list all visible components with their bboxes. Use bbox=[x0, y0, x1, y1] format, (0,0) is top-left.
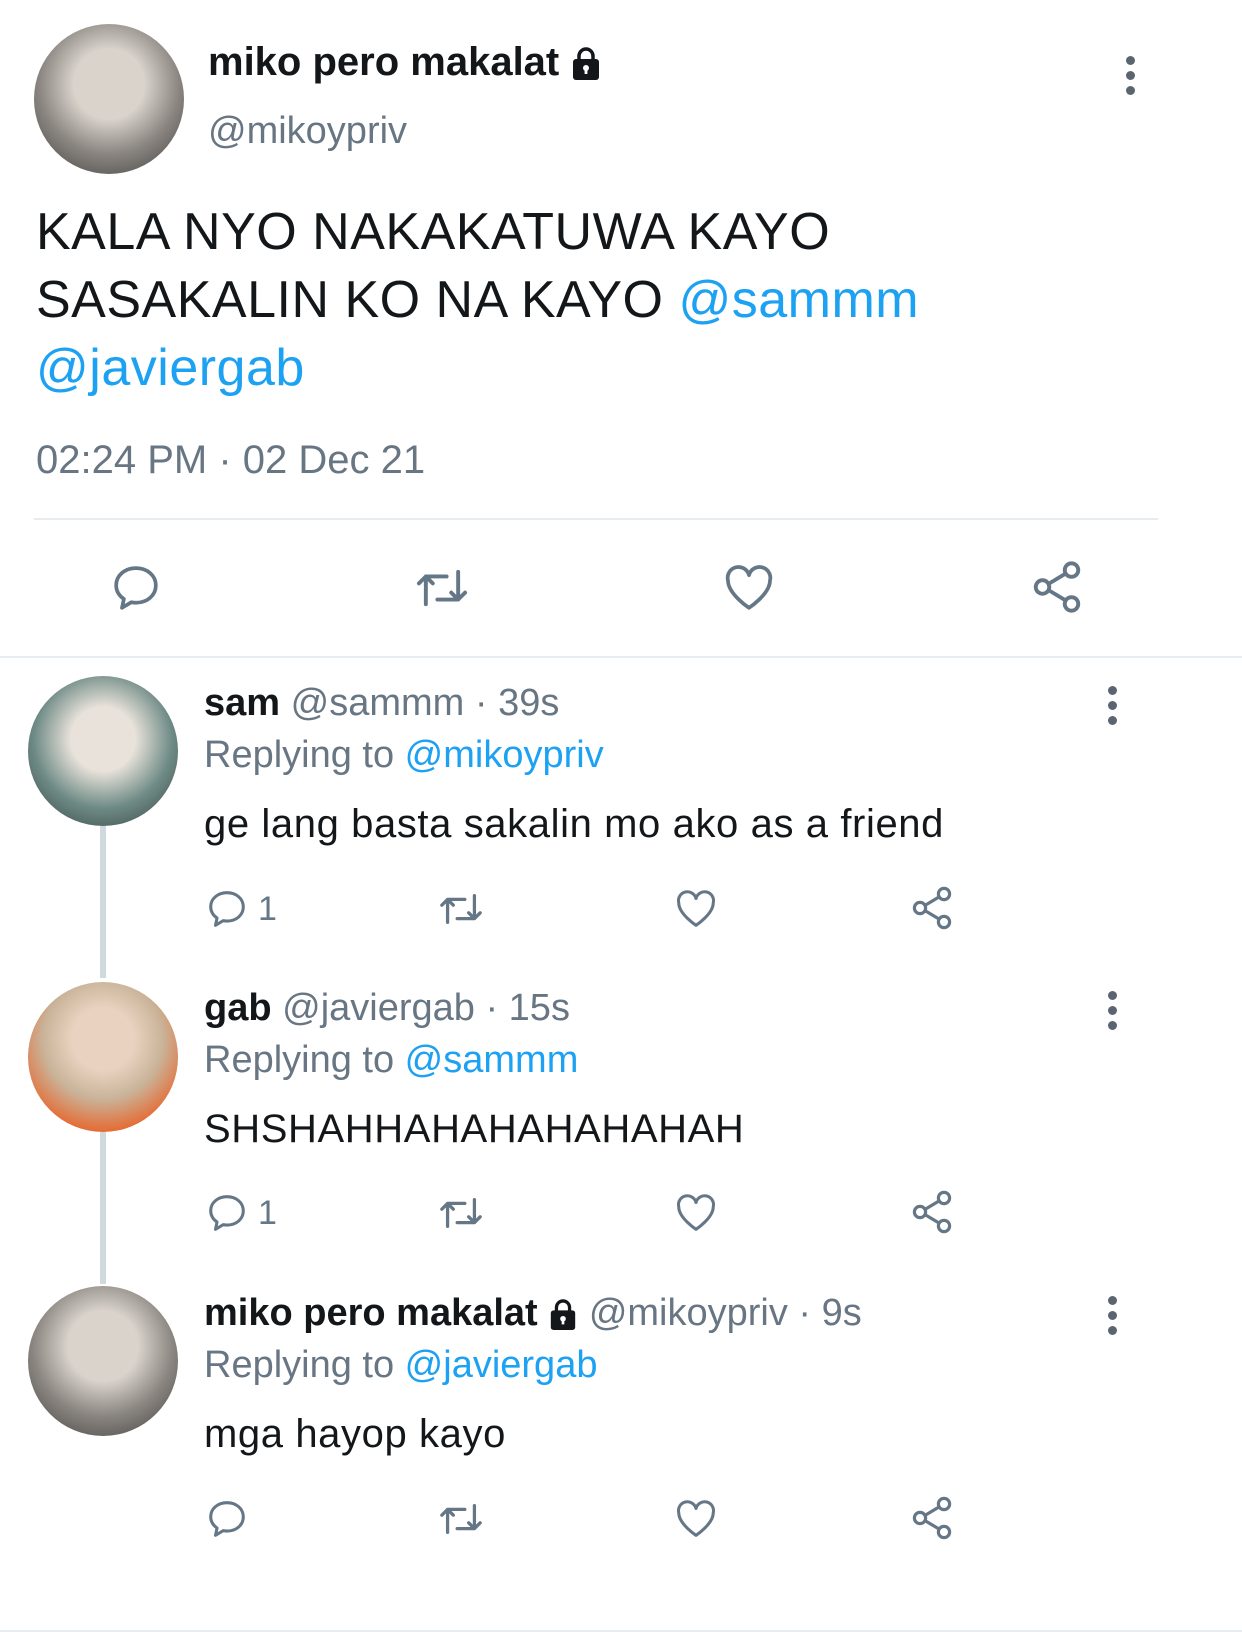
lock-icon bbox=[573, 47, 600, 81]
section-divider bbox=[0, 656, 1242, 658]
reply-button[interactable] bbox=[204, 1496, 258, 1542]
mention-sammm[interactable]: @sammm bbox=[678, 271, 919, 329]
reply-text: SHSHAHHAHAHAHAHAHAH bbox=[204, 1107, 745, 1151]
reply-avatar-gab[interactable] bbox=[28, 982, 178, 1132]
reply-button[interactable] bbox=[108, 560, 164, 616]
share-button[interactable] bbox=[1028, 558, 1086, 616]
reply-text: ge lang basta sakalin mo ako as a friend bbox=[204, 802, 944, 846]
retweet-icon bbox=[440, 1503, 482, 1535]
retweet-icon bbox=[440, 893, 482, 925]
reply-display-name[interactable]: sam bbox=[204, 682, 280, 724]
like-button[interactable] bbox=[672, 1496, 720, 1542]
lock-icon bbox=[551, 1299, 576, 1330]
bottom-divider bbox=[0, 1630, 1242, 1632]
share-button[interactable] bbox=[908, 884, 956, 932]
reply-header: miko pero makalat @mikoypriv · 9s bbox=[204, 1292, 862, 1335]
retweet-icon bbox=[440, 1197, 482, 1229]
share-button[interactable] bbox=[908, 1494, 956, 1542]
like-button[interactable] bbox=[672, 1190, 720, 1236]
more-options-icon[interactable] bbox=[1108, 991, 1120, 1036]
like-icon bbox=[725, 565, 773, 610]
like-icon bbox=[676, 1194, 716, 1231]
retweet-button[interactable] bbox=[436, 886, 486, 932]
reply-button[interactable]: 1 bbox=[204, 886, 277, 932]
reply-count: 1 bbox=[258, 1193, 277, 1232]
replying-to: Replying to @sammm bbox=[204, 1039, 579, 1081]
reply-meta: @sammm · 39s bbox=[290, 682, 560, 724]
like-icon bbox=[676, 890, 716, 927]
replying-to-mention[interactable]: @mikoypriv bbox=[405, 734, 604, 776]
like-button[interactable] bbox=[672, 886, 720, 932]
replying-to-mention[interactable]: @sammm bbox=[405, 1039, 579, 1081]
like-icon bbox=[676, 1500, 716, 1537]
reply-button[interactable]: 1 bbox=[204, 1190, 277, 1236]
reply-header: sam @sammm · 39s bbox=[204, 682, 559, 725]
reply-meta: @javiergab · 15s bbox=[282, 987, 570, 1029]
reply-icon bbox=[209, 891, 245, 927]
reply-display-name[interactable]: miko pero makalat bbox=[204, 1292, 538, 1334]
replying-to-mention[interactable]: @javiergab bbox=[405, 1344, 598, 1386]
more-options-icon[interactable] bbox=[1126, 56, 1138, 101]
retweet-button[interactable] bbox=[436, 1190, 486, 1236]
tweet-timestamp[interactable]: 02:24 PM · 02 Dec 21 bbox=[36, 438, 425, 483]
share-icon bbox=[912, 886, 952, 930]
author-avatar[interactable] bbox=[34, 24, 184, 174]
share-icon bbox=[1033, 561, 1081, 613]
share-icon bbox=[912, 1190, 952, 1234]
reply-header: gab @javiergab · 15s bbox=[204, 987, 570, 1030]
retweet-button[interactable] bbox=[436, 1496, 486, 1542]
mention-javiergab[interactable]: @javiergab bbox=[36, 334, 1186, 402]
reply-icon bbox=[114, 566, 158, 610]
author-name-row[interactable]: miko pero makalat bbox=[208, 40, 602, 85]
reply-icon bbox=[209, 1501, 245, 1537]
reply-avatar-sam[interactable] bbox=[28, 676, 178, 826]
share-icon bbox=[912, 1496, 952, 1540]
reply-count: 1 bbox=[258, 889, 277, 928]
retweet-icon bbox=[416, 569, 468, 607]
thread-line bbox=[100, 826, 106, 978]
more-options-icon[interactable] bbox=[1108, 686, 1120, 731]
tweet-text: KALA NYO NAKAKATUWA KAYO SASAKALIN KO NA… bbox=[36, 198, 1186, 402]
reply-icon bbox=[209, 1195, 245, 1231]
reply-display-name[interactable]: gab bbox=[204, 987, 272, 1029]
like-button[interactable] bbox=[720, 560, 778, 616]
reply-meta: @mikoypriv · 9s bbox=[588, 1292, 862, 1334]
author-handle[interactable]: @mikoypriv bbox=[208, 110, 407, 153]
share-button[interactable] bbox=[908, 1188, 956, 1236]
more-options-icon[interactable] bbox=[1108, 1296, 1120, 1341]
retweet-button[interactable] bbox=[412, 560, 472, 616]
reply-text: mga hayop kayo bbox=[204, 1412, 506, 1456]
author-name: miko pero makalat bbox=[208, 40, 560, 84]
thread-line bbox=[100, 1132, 106, 1284]
replying-to: Replying to @mikoypriv bbox=[204, 734, 604, 776]
replying-to: Replying to @javiergab bbox=[204, 1344, 598, 1386]
divider bbox=[34, 518, 1158, 520]
reply-avatar-miko[interactable] bbox=[28, 1286, 178, 1436]
